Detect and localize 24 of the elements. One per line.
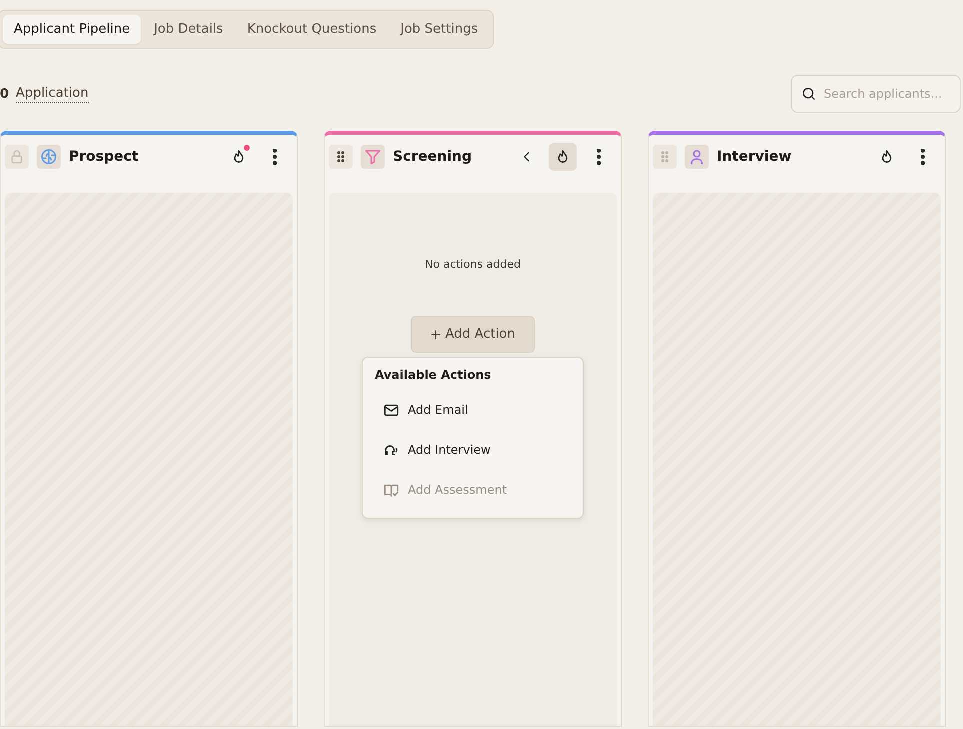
- more-icon: [273, 149, 277, 165]
- menu-item[interactable]: Add Email: [375, 390, 571, 430]
- flame-button[interactable]: [549, 143, 577, 171]
- tab[interactable]: Applicant Pipeline: [3, 15, 142, 44]
- empty-message: No actions added: [425, 258, 521, 271]
- tab[interactable]: Job Details: [143, 15, 234, 44]
- more-icon: [921, 149, 925, 165]
- tab[interactable]: Knockout Questions: [236, 15, 388, 44]
- menu-title: Available Actions: [375, 368, 492, 382]
- column-title: Screening: [393, 149, 472, 165]
- application-link[interactable]: Application: [16, 86, 89, 102]
- plus-icon: [430, 328, 442, 340]
- column-title: Interview: [717, 149, 792, 165]
- person-icon: [688, 148, 706, 166]
- search-field[interactable]: Search applicants...: [791, 75, 961, 113]
- more-icon: [597, 149, 601, 165]
- application-count: 0: [0, 86, 10, 102]
- tab[interactable]: Job Settings: [390, 15, 490, 44]
- filter-icon: [364, 148, 382, 166]
- menu-item[interactable]: Add Interview: [375, 430, 571, 470]
- column-title: Prospect: [69, 149, 139, 165]
- notification-dot: [244, 145, 250, 151]
- add-action-button[interactable]: Add Action: [411, 316, 534, 353]
- lock-icon: [9, 149, 25, 165]
